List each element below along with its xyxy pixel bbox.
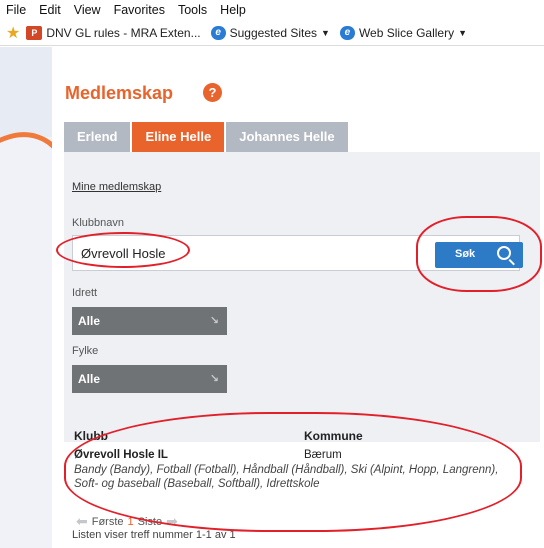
search-panel: Mine medlemskap Klubbnavn Øvrevoll Hosle… xyxy=(64,152,540,442)
favorite-suggested-sites[interactable]: e Suggested Sites ▼ xyxy=(210,25,330,40)
help-icon[interactable]: ? xyxy=(203,83,222,102)
county-label: Fylke xyxy=(72,345,99,357)
result-municipality: Bærum xyxy=(304,449,342,461)
sport-label: Idrett xyxy=(72,287,98,299)
arrow-right-icon[interactable]: ➡ xyxy=(166,513,178,530)
powerpoint-icon: P xyxy=(26,25,43,40)
arrow-left-icon[interactable]: ⬅ xyxy=(76,513,88,530)
menu-view[interactable]: View xyxy=(74,3,101,17)
result-club-name[interactable]: Øvrevoll Hosle IL xyxy=(74,449,168,461)
ie-icon: e xyxy=(210,25,226,40)
column-header-club: Klubb xyxy=(74,429,108,443)
pager-first[interactable]: Første xyxy=(92,516,124,528)
column-header-municipality: Kommune xyxy=(304,429,363,443)
search-button-label: Søk xyxy=(455,248,476,260)
left-decoration xyxy=(0,47,52,548)
menu-file[interactable]: File xyxy=(6,3,26,17)
ie-icon: e xyxy=(339,25,355,40)
menu-tools[interactable]: Tools xyxy=(178,3,207,17)
favorite-label: Web Slice Gallery xyxy=(358,25,455,40)
favorites-bar: ★ P DNV GL rules - MRA Exten... e Sugges… xyxy=(0,20,544,46)
favorite-dnv-gl-rules[interactable]: P DNV GL rules - MRA Exten... xyxy=(26,25,201,40)
sport-select[interactable]: Alle ↘ xyxy=(72,307,227,335)
pager-current: 1 xyxy=(127,515,134,528)
member-tabs: Erlend Eline Helle Johannes Helle xyxy=(64,122,350,152)
club-name-value: Øvrevoll Hosle xyxy=(81,246,166,261)
results-summary: Listen viser treff nummer 1-1 av 1 xyxy=(72,529,236,541)
dropdown-arrow-icon: ↘ xyxy=(209,373,219,385)
favorite-label: Suggested Sites xyxy=(229,25,318,40)
favorites-star-icon[interactable]: ★ xyxy=(6,23,20,43)
dropdown-arrow-icon: ↘ xyxy=(209,315,219,327)
chevron-down-icon: ▼ xyxy=(458,27,468,38)
search-icon xyxy=(497,246,511,260)
search-button[interactable]: Søk xyxy=(435,242,523,268)
menu-edit[interactable]: Edit xyxy=(39,3,61,17)
tab-eline-helle[interactable]: Eline Helle xyxy=(132,122,225,152)
decorative-arc xyxy=(0,109,52,405)
my-memberships-link[interactable]: Mine medlemskap xyxy=(72,181,161,193)
county-select[interactable]: Alle ↘ xyxy=(72,365,227,393)
menu-help[interactable]: Help xyxy=(220,3,246,17)
tab-erlend[interactable]: Erlend xyxy=(64,122,131,152)
chevron-down-icon: ▼ xyxy=(321,27,330,38)
page-title: Medlemskap xyxy=(65,83,174,103)
main-content: Medlemskap ? Erlend Eline Helle Johannes… xyxy=(62,47,544,548)
favorite-web-slice-gallery[interactable]: e Web Slice Gallery ▼ xyxy=(339,25,468,40)
favorite-label: DNV GL rules - MRA Exten... xyxy=(46,25,201,40)
sport-select-value: Alle xyxy=(78,314,101,328)
club-name-label: Klubbnavn xyxy=(72,217,124,229)
pager-last[interactable]: Siste xyxy=(138,516,162,528)
browser-menubar: File Edit View Favorites Tools Help xyxy=(0,0,544,20)
result-sports: Bandy (Bandy), Fotball (Fotball), Håndba… xyxy=(74,464,499,490)
pagination: ⬅ Første 1 Siste ➡ xyxy=(72,513,182,530)
menu-favorites[interactable]: Favorites xyxy=(114,3,165,17)
tab-johannes-helle[interactable]: Johannes Helle xyxy=(226,122,348,152)
county-select-value: Alle xyxy=(78,372,101,386)
